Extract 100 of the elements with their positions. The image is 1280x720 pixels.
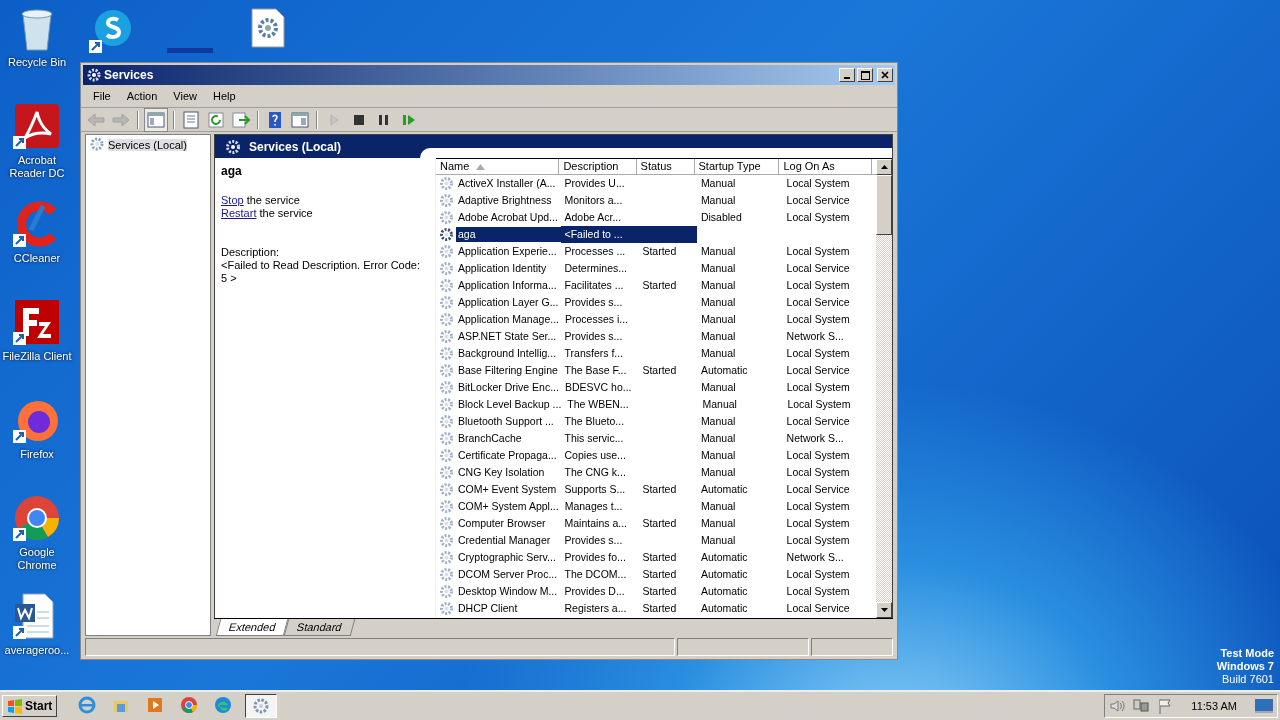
view-tab[interactable]: Standard [284, 619, 356, 636]
service-name: aga [221, 164, 243, 178]
chrome-icon[interactable] [13, 494, 61, 542]
table-cell: Local Service [786, 483, 850, 495]
table-cell: Local Service [786, 262, 850, 274]
table-cell[interactable]: Base Filtering Engine [456, 363, 561, 378]
table-cell: Local Service [786, 296, 850, 308]
gear-icon [439, 499, 454, 514]
gear-icon [439, 380, 454, 395]
table-cell: Started [642, 568, 677, 580]
table-cell[interactable]: Computer Browser [456, 516, 561, 531]
speaker-icon[interactable] [1109, 698, 1126, 714]
column-header[interactable]: Name [436, 159, 560, 175]
view-tab[interactable]: Extended [215, 619, 289, 636]
desktop-icon-label[interactable]: Firefox [20, 448, 54, 461]
action-text: the service [258, 207, 313, 219]
desktop-icon-label[interactable]: CCleaner [13, 252, 61, 265]
gear-icon [252, 697, 271, 715]
table-cell[interactable]: Bluetooth Support ... [456, 414, 561, 429]
table-cell: Manual [702, 398, 737, 410]
table-cell-text: The WBEN... [566, 397, 630, 412]
maximize-button[interactable] [857, 68, 873, 82]
table-cell[interactable]: BitLocker Drive Enc... [456, 380, 561, 395]
scroll-down-icon[interactable] [880, 608, 888, 612]
table-cell[interactable]: aga [456, 227, 561, 242]
table-cell-text: Provides D... [563, 584, 626, 599]
table-cell[interactable]: BranchCache [456, 431, 561, 446]
table-cell[interactable]: Adaptive Brightness [456, 193, 561, 208]
table-cell[interactable]: Cryptographic Serv... [456, 550, 561, 565]
table-cell-text: Processes ... [563, 244, 627, 259]
column-header[interactable]: Status [636, 159, 695, 175]
scrollbar[interactable] [876, 159, 892, 618]
table-cell[interactable]: Application Layer G... [456, 295, 561, 310]
flag-icon[interactable] [1157, 698, 1174, 714]
menu-item[interactable]: Action [118, 90, 166, 102]
desktop-icon-label[interactable]: Google Chrome [0, 546, 74, 572]
table-cell: Manual [700, 347, 736, 359]
column-header[interactable]: Description [559, 159, 637, 175]
table-cell[interactable]: ASP.NET State Ser... [456, 329, 561, 344]
table-cell[interactable]: Adobe Acrobat Upd... [456, 210, 561, 225]
gear-icon [439, 193, 454, 208]
table-cell: Started [642, 517, 677, 529]
table-cell-text: Adobe Acr... [563, 210, 623, 225]
minimize-button[interactable] [839, 68, 855, 82]
gear-document-icon[interactable] [251, 8, 285, 48]
table-cell[interactable]: DCOM Server Proc... [456, 567, 561, 582]
maximize-icon [860, 70, 870, 80]
menu-item[interactable]: View [165, 90, 205, 102]
desktop-icon-label[interactable]: Acrobat Reader DC [0, 154, 74, 180]
table-cell[interactable]: ActiveX Installer (A... [456, 176, 561, 191]
table-cell: Local System [786, 449, 850, 461]
filezilla-icon[interactable] [13, 298, 61, 346]
table-cell[interactable]: DHCP Client [456, 601, 561, 616]
column-header[interactable]: Log On As [779, 159, 872, 175]
scroll-thumb[interactable] [876, 175, 892, 235]
table-cell: Local System [786, 534, 850, 546]
table-cell: Automatic [700, 568, 748, 580]
table-cell[interactable]: Credential Manager [456, 533, 561, 548]
table-cell: Automatic [700, 551, 748, 563]
menu-item[interactable]: Help [204, 90, 244, 102]
service-action-link[interactable]: Stop [221, 194, 244, 206]
desktop-icon-label[interactable]: FileZilla Client [2, 350, 72, 363]
table-cell[interactable]: Application Informa... [456, 278, 561, 293]
properties-icon[interactable] [180, 108, 202, 131]
table-cell: Automatic [700, 585, 748, 597]
network-icon[interactable] [1133, 698, 1150, 714]
table-cell[interactable]: CNG Key Isolation [456, 465, 561, 480]
table-cell[interactable]: Background Intellig... [456, 346, 561, 361]
table-cell[interactable]: Certificate Propaga... [456, 448, 561, 463]
table-cell[interactable]: Application Identity [456, 261, 561, 276]
taskbar-button[interactable] [245, 694, 278, 718]
close-button[interactable] [877, 68, 893, 82]
table-cell[interactable]: Application Manage... [456, 312, 561, 327]
gear-icon [439, 465, 454, 480]
start-button[interactable]: Start [2, 695, 58, 717]
table-cell[interactable]: Desktop Window M... [456, 584, 561, 599]
table-cell-text: Monitors a... [563, 193, 624, 208]
table-cell-text: Manages t... [563, 499, 624, 514]
table-cell-text: This servic... [563, 431, 625, 446]
table-cell-text: Determines... [563, 261, 628, 276]
media-player-icon [146, 696, 165, 714]
column-header[interactable]: Startup Type [694, 159, 780, 175]
table-cell[interactable]: COM+ System Appl... [456, 499, 561, 514]
pdf-icon[interactable] [13, 102, 61, 150]
table-cell: Local System [787, 398, 851, 410]
table-cell[interactable]: Block Level Backup ... [456, 397, 564, 412]
scroll-up-icon[interactable] [880, 165, 888, 169]
table-cell: Started [642, 483, 677, 495]
menu-item[interactable]: File [85, 90, 119, 102]
desktop-icon-label[interactable]: Recycle Bin [7, 56, 67, 69]
gear-icon [439, 278, 454, 293]
gear-icon [87, 68, 101, 82]
service-action-link[interactable]: Restart [221, 207, 257, 219]
table-cell: Automatic [700, 364, 748, 376]
desktop-icon-label[interactable]: averageroo... [4, 644, 70, 657]
tree-pane-icon[interactable] [144, 107, 168, 132]
table-cell: Local System [786, 177, 850, 189]
table-cell[interactable]: COM+ Event System [456, 482, 561, 497]
table-cell: Local System [786, 585, 850, 597]
table-cell[interactable]: Application Experie... [456, 244, 561, 259]
